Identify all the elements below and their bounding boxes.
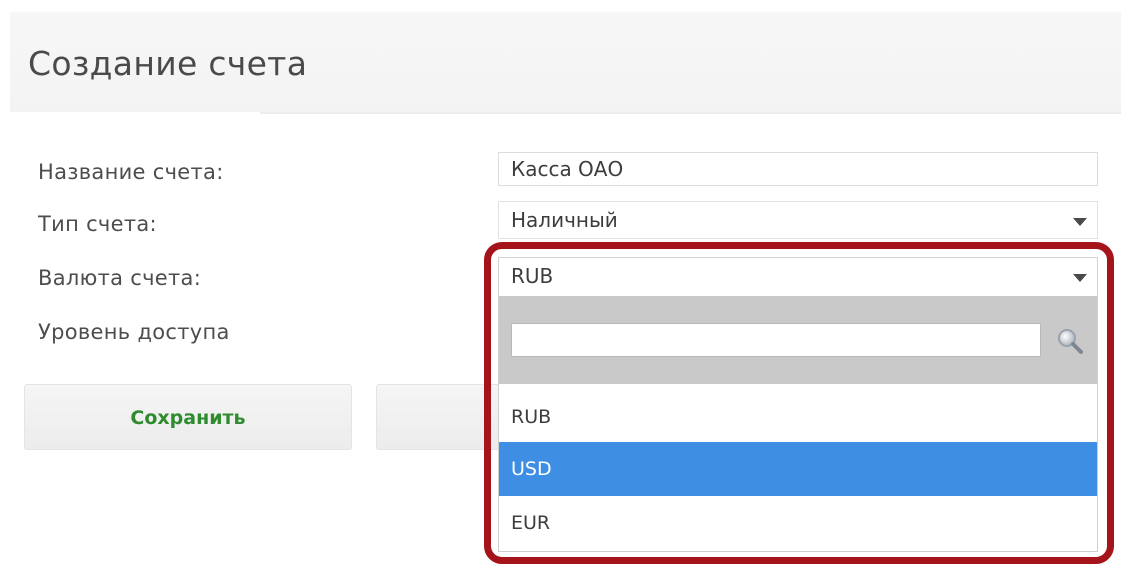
- dropdown-search-input[interactable]: [511, 323, 1041, 357]
- account-currency-label: Валюта счета:: [38, 266, 202, 290]
- account-name-input[interactable]: Касса ОАО: [498, 152, 1098, 186]
- access-level-label: Уровень доступа: [38, 320, 230, 344]
- search-icon[interactable]: [1051, 323, 1091, 359]
- chevron-down-icon: [1073, 274, 1087, 282]
- dropdown-option-rub[interactable]: RUB: [499, 390, 1097, 444]
- dropdown-option-eur[interactable]: EUR: [499, 496, 1097, 550]
- page-title: Создание счета: [28, 44, 308, 83]
- account-type-value: Наличный: [511, 208, 618, 232]
- currency-dropdown: RUB USD EUR: [498, 296, 1098, 552]
- dropdown-option-usd[interactable]: USD: [499, 442, 1097, 496]
- account-name-label: Название счета:: [38, 160, 224, 184]
- cancel-button[interactable]: [376, 384, 506, 450]
- chevron-down-icon: [1073, 218, 1087, 226]
- account-type-label: Тип счета:: [38, 212, 157, 236]
- account-currency-value: RUB: [511, 264, 554, 288]
- create-account-page: Создание счета Название счета: Касса ОАО…: [0, 0, 1121, 568]
- header-divider: [260, 112, 1121, 114]
- save-button[interactable]: Сохранить: [24, 384, 352, 450]
- account-type-select[interactable]: Наличный: [498, 201, 1098, 239]
- account-currency-select[interactable]: RUB: [498, 257, 1098, 297]
- dropdown-search-bar: [499, 296, 1097, 384]
